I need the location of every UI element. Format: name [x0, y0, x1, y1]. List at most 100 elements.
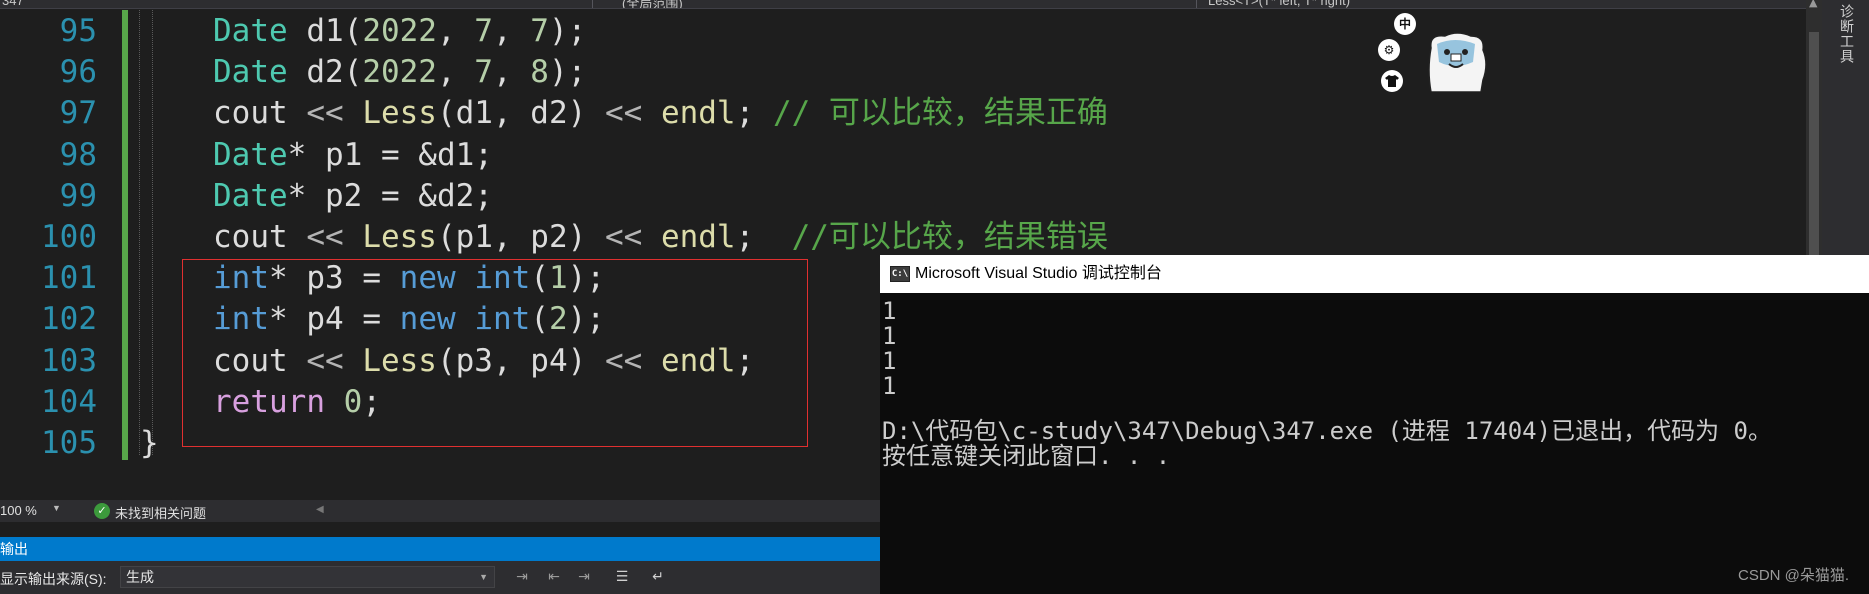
console-line: 1: [882, 372, 897, 400]
code-token: 7: [474, 13, 493, 49]
code-line[interactable]: 98 Date* p1 = &d1;: [0, 135, 1800, 176]
code-token: 8: [530, 54, 549, 91]
code-text[interactable]: Date d2(2022, 7, 8);: [213, 52, 586, 93]
code-token: cout: [213, 219, 288, 255]
code-token: ;: [735, 95, 773, 132]
code-line[interactable]: 96 Date d2(2022, 7, 8);: [0, 52, 1800, 93]
go-to-line-icon[interactable]: ⇥: [512, 567, 532, 587]
clear-all-icon[interactable]: ☰: [612, 567, 632, 587]
output-toolbar: 显示输出来源(S): 生成 ▼ ⇥ ⇤ ⇥ ☰ ↵: [0, 561, 880, 594]
code-text[interactable]: Date d1(2022, 7, 7);: [213, 11, 586, 52]
code-text[interactable]: cout << Less(p1, p2) << endl; //可以比较，结果错…: [213, 217, 1108, 258]
line-number: 103: [41, 342, 97, 379]
code-token: <<: [287, 95, 363, 132]
code-text[interactable]: cout << Less(d1, d2) << endl; // 可以比较，结果…: [213, 93, 1108, 134]
diagnostic-tools-label[interactable]: 诊断工具: [1836, 4, 1856, 64]
line-number: 96: [59, 54, 97, 91]
scope-dropdown[interactable]: (全局范围): [622, 0, 683, 8]
code-token: d1(: [287, 13, 363, 49]
code-token: 2022: [362, 54, 437, 91]
line-number: 101: [41, 260, 97, 297]
navigation-bar: 347 (全局范围) Less<T>(T* left, T* right): [0, 0, 1806, 9]
line-number: 105: [41, 425, 97, 461]
closing-brace: }: [140, 425, 159, 461]
code-token: Date: [213, 177, 288, 214]
file-dropdown[interactable]: 347: [2, 0, 24, 8]
code-token: endl: [642, 219, 736, 255]
divider: [1196, 0, 1197, 8]
line-number: 95: [59, 13, 97, 49]
code-token: * p2 = &d2;: [287, 177, 493, 214]
scroll-left-icon[interactable]: ◀: [316, 504, 324, 515]
mascot-sticker: [1428, 32, 1487, 92]
console-app-icon: C:\: [890, 266, 910, 282]
code-token: ,: [436, 54, 475, 91]
code-token: endl: [642, 95, 736, 132]
word-wrap-icon[interactable]: ↵: [648, 567, 668, 587]
output-source-select[interactable]: 生成 ▼: [120, 566, 495, 588]
previous-message-icon[interactable]: ⇤: [544, 567, 564, 587]
code-token: d2(: [287, 54, 363, 91]
check-circle-icon: ✓: [94, 503, 110, 519]
console-output: 1 1 1 1 D:\代码包\c-study\347\Debug\347.exe (进程…: [880, 293, 1869, 594]
code-token: //可以比较，结果错误: [791, 219, 1108, 255]
line-number: 98: [59, 136, 97, 173]
code-token: );: [548, 54, 587, 91]
code-text[interactable]: Date* p1 = &d1;: [213, 135, 493, 176]
diagnostic-tools-tab[interactable]: 诊断工具: [1822, 0, 1869, 270]
code-token: );: [548, 13, 587, 49]
ime-language-button[interactable]: 中: [1394, 13, 1416, 35]
code-line[interactable]: 97 cout << Less(d1, d2) << endl; // 可以比较，…: [0, 93, 1800, 134]
code-token: 7: [474, 54, 493, 91]
code-line[interactable]: 95 Date d1(2022, 7, 7);: [0, 11, 1800, 52]
code-token: 7: [530, 13, 549, 49]
debug-console-window[interactable]: C:\ Microsoft Visual Studio 调试控制台 1 1 1 1 D:…: [880, 255, 1869, 594]
scrollbar-thumb[interactable]: [1809, 32, 1819, 258]
code-token: Date: [213, 136, 288, 173]
code-token: cout: [213, 95, 288, 132]
next-message-icon[interactable]: ⇥: [574, 567, 594, 587]
code-line[interactable]: 100 cout << Less(p1, p2) << endl; //可以比较，…: [0, 217, 1800, 258]
console-title-bar[interactable]: C:\ Microsoft Visual Studio 调试控制台: [880, 255, 1869, 293]
console-title: Microsoft Visual Studio 调试控制台: [915, 265, 1162, 282]
line-number: 99: [59, 177, 97, 214]
code-token: * p1 = &d1;: [287, 136, 493, 173]
line-number: 104: [41, 383, 97, 420]
gear-icon[interactable]: ⚙: [1378, 39, 1400, 61]
member-dropdown[interactable]: Less<T>(T* left, T* right): [1208, 0, 1350, 8]
code-token: (d1, d2): [436, 95, 605, 132]
code-token: ,: [492, 54, 531, 91]
shirt-icon[interactable]: [1381, 70, 1403, 92]
code-token: (p1, p2): [436, 219, 605, 255]
output-source-label: 显示输出来源(S):: [0, 571, 107, 587]
output-source-value: 生成: [126, 569, 154, 585]
code-token: <<: [604, 95, 643, 132]
code-token: Date: [213, 13, 288, 49]
divider: [592, 0, 593, 8]
chevron-down-icon[interactable]: ▼: [52, 503, 61, 513]
line-number: 100: [41, 219, 97, 255]
zoom-dropdown[interactable]: 100 %: [0, 503, 37, 518]
code-token: ;: [735, 219, 792, 255]
shirt-icon: [1385, 75, 1399, 87]
issues-status[interactable]: 未找到相关问题: [115, 503, 206, 522]
code-token: 2022: [362, 13, 437, 49]
code-token: <<: [287, 219, 363, 255]
scroll-up-icon[interactable]: ▲: [1809, 0, 1817, 9]
editor-status-bar: 100 % ▼ ✓ 未找到相关问题 ◀: [0, 500, 880, 522]
chevron-down-icon: ▼: [479, 572, 488, 582]
code-token: Date: [213, 54, 288, 91]
line-number: 102: [41, 301, 97, 338]
code-token: ,: [436, 13, 475, 49]
highlight-box: [182, 259, 808, 447]
code-token: ,: [492, 13, 531, 49]
code-token: <<: [604, 219, 643, 255]
code-token: // 可以比较，结果正确: [772, 95, 1108, 132]
line-number: 97: [59, 95, 97, 132]
code-token: Less: [362, 95, 437, 132]
code-text[interactable]: Date* p2 = &d2;: [213, 176, 493, 217]
console-line: 按任意键关闭此窗口. . .: [882, 442, 1171, 470]
watermark: CSDN @朵猫猫.: [1738, 567, 1850, 584]
output-panel-title[interactable]: 输出: [0, 537, 880, 561]
code-line[interactable]: 99 Date* p2 = &d2;: [0, 176, 1800, 217]
